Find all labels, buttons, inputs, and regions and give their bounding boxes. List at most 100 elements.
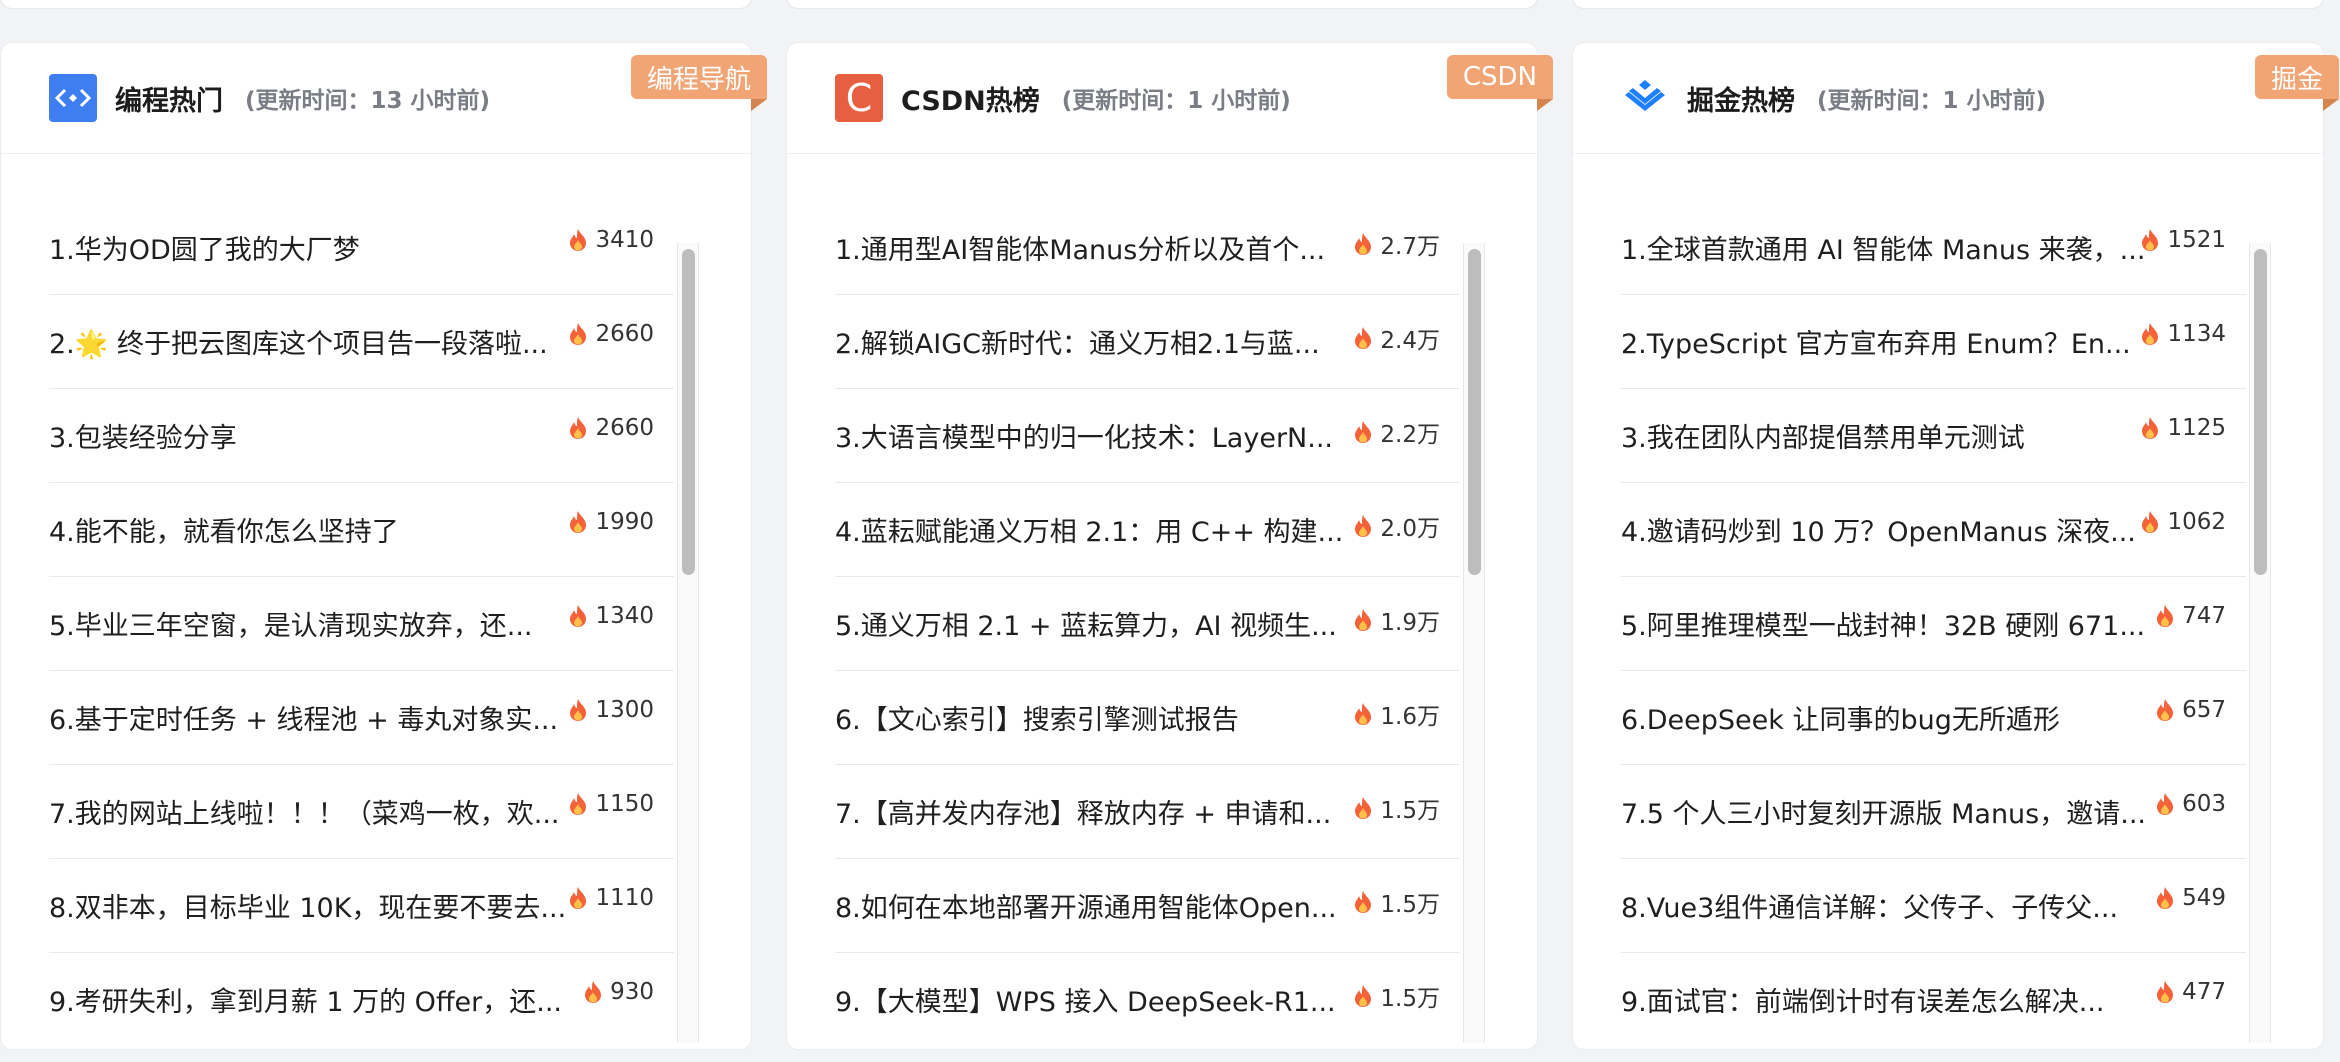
list-item[interactable]: 5.毕业三年空窗，是认清现实放弃，还... 1340	[49, 577, 674, 671]
list-item[interactable]: 8.如何在本地部署开源通用智能体Open... 1.5万	[835, 859, 1460, 953]
list-item[interactable]: 5.阿里推理模型一战封神！32B 硬刚 671... 747	[1621, 577, 2246, 671]
list-item[interactable]: 6.DeepSeek 让同事的bug无所遁形 657	[1621, 671, 2246, 765]
flame-icon	[2139, 228, 2167, 252]
list-item[interactable]: 4.蓝耘赋能通义万相 2.1：用 C++ 构建... 2.0万	[835, 483, 1460, 577]
heat-value: 930	[610, 979, 654, 1005]
flame-icon	[567, 228, 595, 252]
hot-list-card-juejin: 掘金热榜 (更新时间：1 小时前) 掘金 1.全球首款通用 AI 智能体 Man…	[1572, 42, 2340, 1050]
list-item[interactable]: 1.华为OD圆了我的大厂梦 3410	[49, 201, 674, 295]
heat-count: 2.2万	[1352, 415, 1440, 449]
card-title: CSDN热榜	[901, 85, 1040, 117]
list-item[interactable]: 9.考研失利，拿到月薪 1 万的 Offer，还... 930	[49, 953, 674, 1043]
item-title-link[interactable]: 9.考研失利，拿到月薪 1 万的 Offer，还...	[49, 980, 674, 1019]
flame-icon	[1352, 608, 1380, 632]
list-item[interactable]: 3.包装经验分享 2660	[49, 389, 674, 483]
update-time: (更新时间：13 小时前)	[245, 88, 491, 114]
list-item[interactable]: 2.TypeScript 官方宣布弃用 Enum？En... 1134	[1621, 295, 2246, 389]
flame-icon	[567, 510, 595, 534]
list-item[interactable]: 6.【文心索引】搜索引擎测试报告 1.6万	[835, 671, 1460, 765]
heat-value: 1.5万	[1380, 986, 1440, 1012]
list-item[interactable]: 4.能不能，就看你怎么坚持了 1990	[49, 483, 674, 577]
scrollbar[interactable]	[2249, 243, 2271, 1043]
heat-value: 603	[2182, 791, 2226, 817]
scrollbar-thumb[interactable]	[1468, 249, 1481, 575]
scrollbar-thumb[interactable]	[682, 249, 695, 575]
item-title-link[interactable]: 7.5 个人三小时复刻开源版 Manus，邀请...	[1621, 792, 2246, 831]
heat-value: 549	[2182, 885, 2226, 911]
source-ribbon[interactable]: CSDN	[1446, 55, 1554, 111]
item-title-link[interactable]: 9.面试官：前端倒计时有误差怎么解决...	[1621, 980, 2246, 1019]
heat-count: 1990	[567, 509, 654, 535]
card-title: 掘金热榜	[1687, 85, 1795, 117]
heat-count: 2.0万	[1352, 509, 1440, 543]
heat-count: 549	[2154, 885, 2226, 911]
heat-count: 1134	[2139, 321, 2226, 347]
list-item[interactable]: 6.基于定时任务 + 线程池 + 毒丸对象实... 1300	[49, 671, 674, 765]
list-item[interactable]: 2.解锁AIGC新时代：通义万相2.1与蓝... 2.4万	[835, 295, 1460, 389]
hot-list-card-coding: 编程热门 (更新时间：13 小时前) 编程导航 1.华为OD圆了我的大厂梦 341…	[0, 42, 768, 1050]
flame-icon	[1352, 326, 1380, 350]
heat-count: 477	[2154, 979, 2226, 1005]
flame-icon	[1352, 984, 1380, 1008]
heat-value: 747	[2182, 603, 2226, 629]
hot-list[interactable]: 1.全球首款通用 AI 智能体 Manus 来袭，... 1521 2.TypeSc…	[1621, 201, 2273, 1043]
card-header: 掘金热榜 (更新时间：1 小时前) 掘金	[1573, 43, 2340, 154]
scrollbar[interactable]	[1463, 243, 1485, 1043]
heat-count: 1.5万	[1352, 979, 1440, 1013]
list-item[interactable]: 7.我的网站上线啦！！！（菜鸡一枚，欢... 1150	[49, 765, 674, 859]
list-item[interactable]: 4.邀请码炒到 10 万？OpenManus 深夜... 1062	[1621, 483, 2246, 577]
heat-value: 1062	[2167, 509, 2226, 535]
card-header: C CSDN热榜 (更新时间：1 小时前) CSDN	[787, 43, 1554, 154]
flame-icon	[1352, 796, 1380, 820]
flame-icon	[567, 698, 595, 722]
list-item[interactable]: 3.我在团队内部提倡禁用单元测试 1125	[1621, 389, 2246, 483]
source-ribbon[interactable]: 编程导航	[630, 55, 768, 111]
flame-icon	[1352, 890, 1380, 914]
flame-icon	[2139, 416, 2167, 440]
heat-count: 2660	[567, 415, 654, 441]
heat-count: 1110	[567, 885, 654, 911]
list-item[interactable]: 7.【高并发内存池】释放内存 + 申请和... 1.5万	[835, 765, 1460, 859]
heat-count: 1521	[2139, 227, 2226, 253]
item-title-link[interactable]: 5.阿里推理模型一战封神！32B 硬刚 671...	[1621, 604, 2246, 643]
list-item[interactable]: 1.全球首款通用 AI 智能体 Manus 来袭，... 1521	[1621, 201, 2246, 295]
previous-card-bottom	[0, 0, 752, 9]
heat-value: 1300	[595, 697, 654, 723]
list-item[interactable]: 1.通用型AI智能体Manus分析以及首个... 2.7万	[835, 201, 1460, 295]
list-item[interactable]: 3.大语言模型中的归一化技术：LayerN... 2.2万	[835, 389, 1460, 483]
item-title-link[interactable]: 6.DeepSeek 让同事的bug无所遁形	[1621, 698, 2246, 737]
heat-count: 2.4万	[1352, 321, 1440, 355]
list-item[interactable]: 7.5 个人三小时复刻开源版 Manus，邀请... 603	[1621, 765, 2246, 859]
heat-value: 3410	[595, 227, 654, 253]
flame-icon	[567, 322, 595, 346]
heat-count: 2660	[567, 321, 654, 347]
previous-card-bottom	[1572, 0, 2324, 9]
list-item[interactable]: 9.面试官：前端倒计时有误差怎么解决... 477	[1621, 953, 2246, 1043]
heat-count: 1300	[567, 697, 654, 723]
hot-list[interactable]: 1.通用型AI智能体Manus分析以及首个... 2.7万 2.解锁AIGC新时代：…	[835, 201, 1487, 1043]
flame-icon	[1352, 232, 1380, 256]
list-item[interactable]: 9.【大模型】WPS 接入 DeepSeek-R1... 1.5万	[835, 953, 1460, 1043]
heat-value: 2.0万	[1380, 516, 1440, 542]
flame-icon	[2139, 510, 2167, 534]
scrollbar[interactable]	[677, 243, 699, 1043]
list-item[interactable]: 5.通义万相 2.1 + 蓝耘算力，AI 视频生... 1.9万	[835, 577, 1460, 671]
scrollbar-thumb[interactable]	[2254, 249, 2267, 575]
heat-count: 1125	[2139, 415, 2226, 441]
list-item[interactable]: 2.🌟 终于把云图库这个项目告一段落啦... 2660	[49, 295, 674, 389]
previous-card-bottom	[786, 0, 1538, 9]
heat-count: 1340	[567, 603, 654, 629]
heat-value: 2660	[595, 415, 654, 441]
list-item[interactable]: 8.Vue3组件通信详解：父传子、子传父... 549	[1621, 859, 2246, 953]
list-item[interactable]: 8.双非本，目标毕业 10K，现在要不要去... 1110	[49, 859, 674, 953]
csdn-c-icon: C	[835, 74, 883, 122]
heat-count: 1062	[2139, 509, 2226, 535]
flame-icon	[2154, 604, 2182, 628]
heat-value: 1521	[2167, 227, 2226, 253]
hot-list[interactable]: 1.华为OD圆了我的大厂梦 3410 2.🌟 终于把云图库这个项目告一段落啦... 2…	[49, 201, 701, 1043]
item-title-link[interactable]: 8.Vue3组件通信详解：父传子、子传父...	[1621, 886, 2246, 925]
card-header: 编程热门 (更新时间：13 小时前) 编程导航	[1, 43, 768, 154]
heat-count: 1.9万	[1352, 603, 1440, 637]
flame-icon	[1352, 514, 1380, 538]
source-ribbon[interactable]: 掘金	[2254, 55, 2340, 111]
